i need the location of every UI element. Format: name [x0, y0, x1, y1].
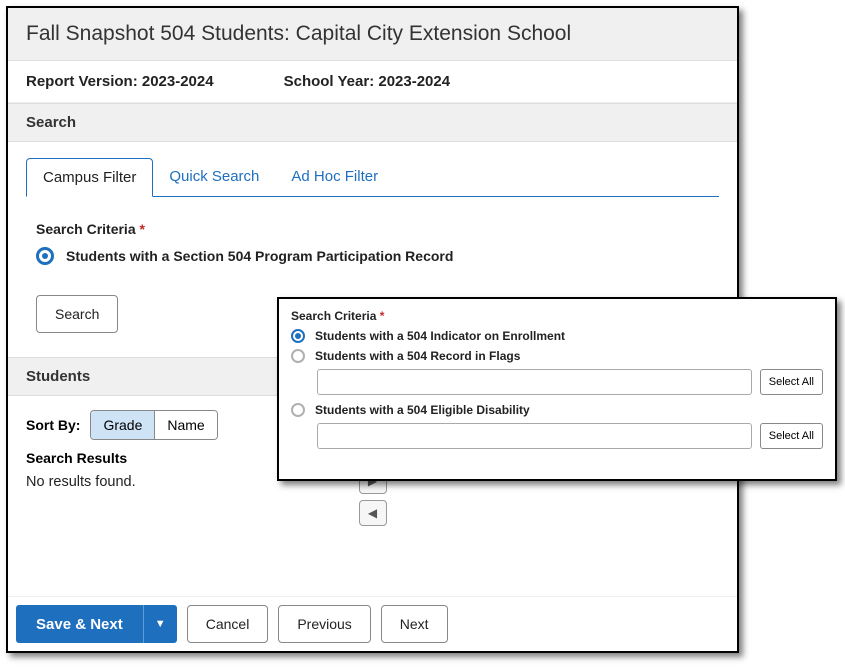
overlay-option-disability[interactable]: Students with a 504 Eligible Disability	[291, 403, 823, 417]
page-title: Fall Snapshot 504 Students: Capital City…	[8, 8, 737, 61]
radio-icon	[291, 329, 305, 343]
cancel-button[interactable]: Cancel	[187, 605, 269, 643]
overlay-flags-input-row: Select All	[317, 369, 823, 395]
previous-button[interactable]: Previous	[278, 605, 370, 643]
radio-icon	[291, 349, 305, 363]
caret-down-icon: ▼	[155, 618, 166, 630]
tab-ad-hoc-filter[interactable]: Ad Hoc Filter	[275, 158, 394, 196]
tab-quick-search[interactable]: Quick Search	[153, 158, 275, 196]
overlay-flags-select-all[interactable]: Select All	[760, 369, 823, 395]
sort-by-toggle: Grade Name	[90, 410, 217, 440]
radio-icon	[36, 247, 54, 265]
overlay-flags-input[interactable]	[317, 369, 752, 395]
footer-bar: Save & Next ▼ Cancel Previous Next	[8, 596, 737, 651]
overlay-option-label: Students with a 504 Eligible Disability	[315, 403, 530, 417]
search-button[interactable]: Search	[36, 295, 118, 333]
chevron-left-icon: ◀	[368, 506, 377, 520]
sort-grade-button[interactable]: Grade	[91, 411, 154, 439]
criteria-option-label: Students with a Section 504 Program Part…	[66, 248, 453, 264]
next-button[interactable]: Next	[381, 605, 448, 643]
save-next-split: Save & Next ▼	[16, 605, 177, 643]
overlay-option-label: Students with a 504 Indicator on Enrollm…	[315, 329, 565, 343]
sort-name-button[interactable]: Name	[154, 411, 216, 439]
sort-by-label: Sort By:	[26, 417, 80, 433]
save-next-button[interactable]: Save & Next	[16, 605, 143, 643]
move-left-button[interactable]: ◀	[359, 500, 387, 526]
overlay-disability-input-row: Select All	[317, 423, 823, 449]
overlay-criteria-label: Search Criteria	[291, 309, 823, 323]
search-criteria-overlay: Search Criteria Students with a 504 Indi…	[277, 297, 837, 481]
version-row: Report Version: 2023-2024 School Year: 2…	[8, 61, 737, 103]
radio-icon	[291, 403, 305, 417]
search-section-heading: Search	[8, 103, 737, 142]
overlay-option-enrollment[interactable]: Students with a 504 Indicator on Enrollm…	[291, 329, 823, 343]
criteria-option-504-program[interactable]: Students with a Section 504 Program Part…	[36, 247, 719, 265]
overlay-option-label: Students with a 504 Record in Flags	[315, 349, 520, 363]
search-tabs: Campus Filter Quick Search Ad Hoc Filter	[26, 158, 719, 197]
report-version: Report Version: 2023-2024	[26, 73, 214, 90]
search-criteria-label: Search Criteria	[36, 221, 719, 237]
overlay-disability-select-all[interactable]: Select All	[760, 423, 823, 449]
overlay-option-flags[interactable]: Students with a 504 Record in Flags	[291, 349, 823, 363]
overlay-disability-input[interactable]	[317, 423, 752, 449]
tab-campus-filter[interactable]: Campus Filter	[26, 158, 153, 197]
school-year: School Year: 2023-2024	[284, 73, 451, 90]
save-next-dropdown[interactable]: ▼	[143, 605, 177, 643]
